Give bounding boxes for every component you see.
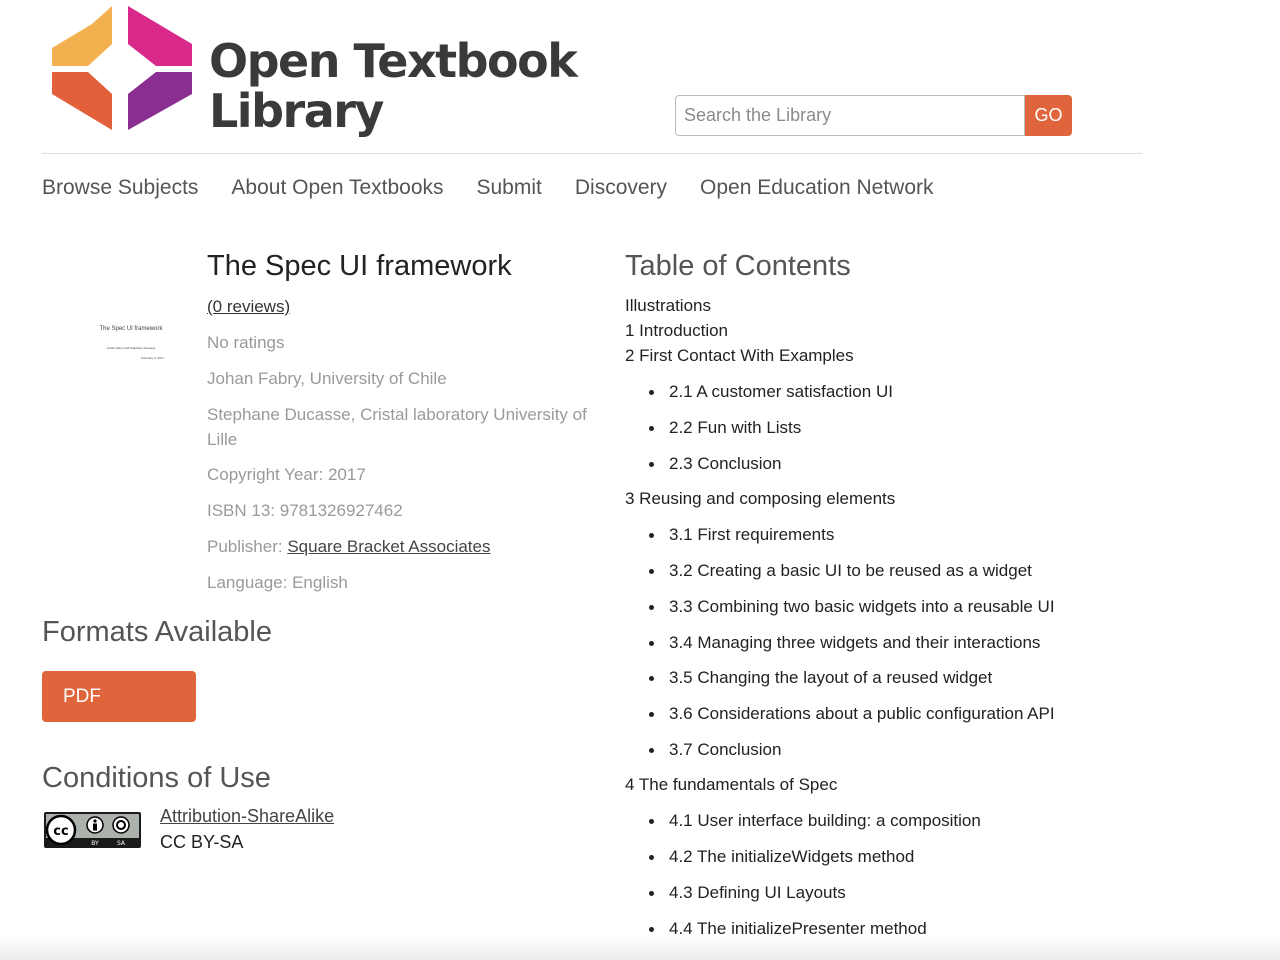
toc-item: 4 The fundamentals of Spec: [625, 775, 838, 794]
svg-text:cc: cc: [53, 824, 68, 839]
toc-subitem: 4.1 User interface building: a compositi…: [649, 811, 981, 830]
language: Language: English: [207, 573, 348, 592]
open-textbook-library-logo-icon[interactable]: [52, 6, 192, 132]
logo-line-1: Open Textbook: [209, 34, 578, 88]
book-cover[interactable]: The Spec UI framework Johan Fabry and St…: [92, 326, 170, 360]
book-title: The Spec UI framework: [207, 250, 512, 282]
toc-subitem: 3.4 Managing three widgets and their int…: [648, 633, 1041, 652]
toc-item: Illustrations: [625, 296, 711, 315]
copyright-year: Copyright Year: 2017: [207, 465, 366, 484]
toc-heading: Table of Contents: [625, 250, 851, 282]
author-1: Johan Fabry, University of Chile: [207, 369, 447, 388]
toc-item: 2 First Contact With Examples: [625, 346, 854, 365]
window-bottom-edge: [0, 936, 1280, 960]
isbn: ISBN 13: 9781326927462: [207, 501, 403, 520]
nav-submit[interactable]: Submit: [477, 176, 542, 200]
nav-discovery[interactable]: Discovery: [575, 176, 667, 200]
badge-by-text: BY: [91, 840, 99, 847]
cover-authors: Johan Fabry and Stephane Ducasse: [106, 346, 156, 350]
header-divider: [42, 153, 1142, 154]
license-link[interactable]: Attribution-ShareAlike: [160, 806, 334, 827]
toc-item: 3 Reusing and composing elements: [625, 489, 896, 508]
reviews-link[interactable]: (0 reviews): [207, 297, 290, 316]
logo-line-2: Library: [209, 84, 384, 138]
conditions-heading: Conditions of Use: [42, 762, 271, 794]
toc-item: 1 Introduction: [625, 321, 729, 340]
formats-heading: Formats Available: [42, 616, 272, 648]
ratings: No ratings: [207, 333, 285, 352]
nav-about-open-textbooks[interactable]: About Open Textbooks: [231, 176, 443, 200]
search-input[interactable]: [675, 95, 1025, 136]
toc-subitem: 4.2 The initializeWidgets method: [648, 847, 915, 866]
toc-subitem: 3.7 Conclusion: [648, 740, 782, 759]
publisher-link[interactable]: Square Bracket Associates: [287, 537, 490, 556]
author-2: Stephane Ducasse, Cristal laboratory Uni…: [207, 405, 587, 449]
toc-subitem: 3.3 Combining two basic widgets into a r…: [649, 597, 1055, 616]
cover-title: The Spec UI framework: [99, 326, 163, 332]
cc-by-sa-badge-icon[interactable]: cc BY SA: [44, 812, 141, 848]
toc-subitem: 2.1 A customer satisfaction UI: [649, 382, 893, 401]
toc-subitem: 4.3 Defining UI Layouts: [649, 883, 846, 902]
toc-subitem: 3.1 First requirements: [648, 525, 835, 544]
site-logo-text[interactable]: Open Textbook Library: [209, 34, 578, 138]
search-bar: GO: [675, 95, 1072, 136]
publisher-row: Publisher: Square Bracket Associates: [207, 534, 597, 559]
toc-subitem: 3.6 Considerations about a public config…: [649, 704, 1055, 723]
toc-subitem: 3.5 Changing the layout of a reused widg…: [648, 668, 993, 687]
license-code: CC BY-SA: [160, 832, 244, 852]
publisher-label: Publisher:: [207, 537, 288, 556]
nav-open-education-network[interactable]: Open Education Network: [700, 176, 933, 200]
cover-date: February 3, 2017: [141, 356, 164, 360]
pdf-download-button[interactable]: PDF: [42, 671, 196, 722]
toc-subitem: 2.2 Fun with Lists: [648, 418, 802, 437]
nav-browse-subjects[interactable]: Browse Subjects: [42, 176, 198, 200]
search-go-button[interactable]: GO: [1025, 95, 1072, 136]
toc-subitem: 2.3 Conclusion: [648, 454, 782, 473]
toc-subitem: 3.2 Creating a basic UI to be reused as …: [649, 561, 1032, 580]
badge-sa-text: SA: [117, 840, 126, 847]
main-nav: Browse Subjects About Open Textbooks Sub…: [42, 176, 934, 200]
